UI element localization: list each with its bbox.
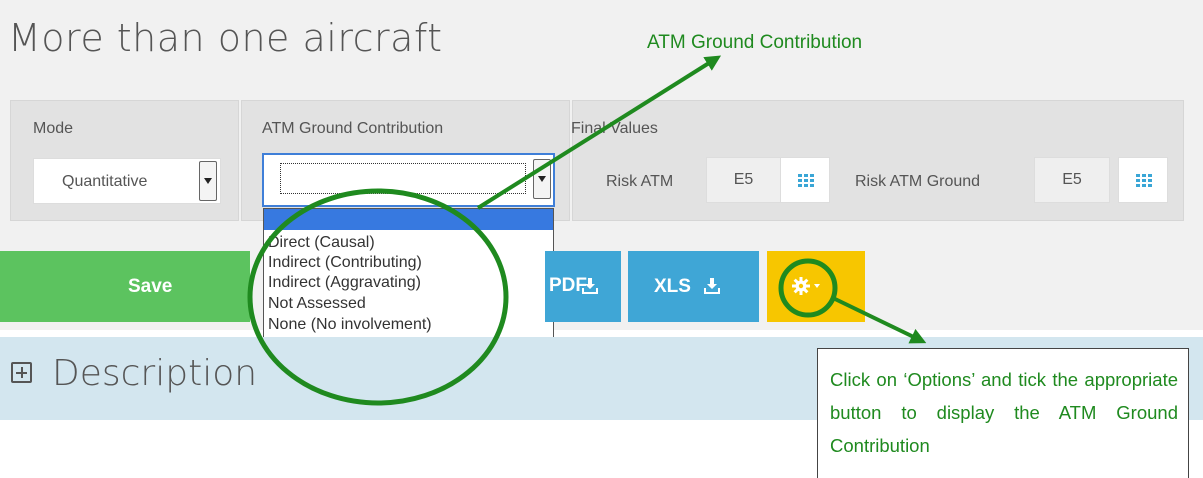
atm-ground-dropdown: Direct (Causal) Indirect (Contributing) … (263, 208, 554, 358)
xls-button-label: XLS (654, 276, 691, 297)
grid-icon (798, 174, 814, 187)
xls-export-button[interactable]: XLS (628, 251, 759, 322)
risk-atm-ground-value: E5 (1034, 157, 1110, 203)
caret-down-icon[interactable] (199, 161, 217, 201)
risk-atm-ground-matrix-button[interactable] (1118, 157, 1168, 203)
risk-atm-ground-label: Risk ATM Ground (855, 173, 981, 190)
risk-atm-value: E5 (706, 157, 781, 203)
mode-label: Mode (33, 120, 74, 137)
pdf-export-button[interactable]: PDF (545, 251, 621, 322)
page-title: More than one aircraft (8, 16, 443, 60)
annotation-label: ATM Ground Contribution (647, 32, 863, 53)
gear-icon (792, 277, 810, 295)
risk-atm-matrix-button[interactable] (780, 157, 830, 203)
final-values-label: Final Values (571, 120, 658, 137)
risk-atm-label: Risk ATM (606, 173, 674, 190)
atm-ground-label: ATM Ground Contribution (262, 120, 444, 137)
options-button[interactable] (767, 251, 865, 322)
caret-down-icon[interactable] (533, 159, 551, 199)
dropdown-item-empty[interactable] (264, 209, 553, 230)
save-button-label: Save (128, 276, 173, 297)
dropdown-item[interactable]: None (No involvement) (268, 316, 432, 334)
atm-ground-select[interactable] (262, 153, 555, 207)
download-icon (704, 278, 720, 294)
mode-select[interactable]: Quantitative (33, 158, 221, 204)
dropdown-item[interactable]: Not Assessed (268, 295, 366, 313)
annotation-callout: Click on ‘Options’ and tick the appropri… (817, 348, 1189, 478)
plus-box-icon[interactable] (11, 362, 32, 383)
dropdown-item[interactable]: Indirect (Contributing) (268, 254, 422, 272)
download-icon (582, 278, 598, 294)
grid-icon (1136, 174, 1152, 187)
annotation-callout-text: Click on ‘Options’ and tick the appropri… (830, 369, 1178, 456)
save-button[interactable]: Save (0, 251, 250, 322)
mode-select-value: Quantitative (62, 173, 148, 190)
caret-down-icon (814, 284, 820, 288)
dropdown-item[interactable]: Direct (Causal) (268, 234, 375, 252)
description-heading: Description (52, 353, 258, 394)
atm-ground-focus-outline (280, 163, 526, 194)
dropdown-item[interactable]: Indirect (Aggravating) (268, 274, 421, 292)
